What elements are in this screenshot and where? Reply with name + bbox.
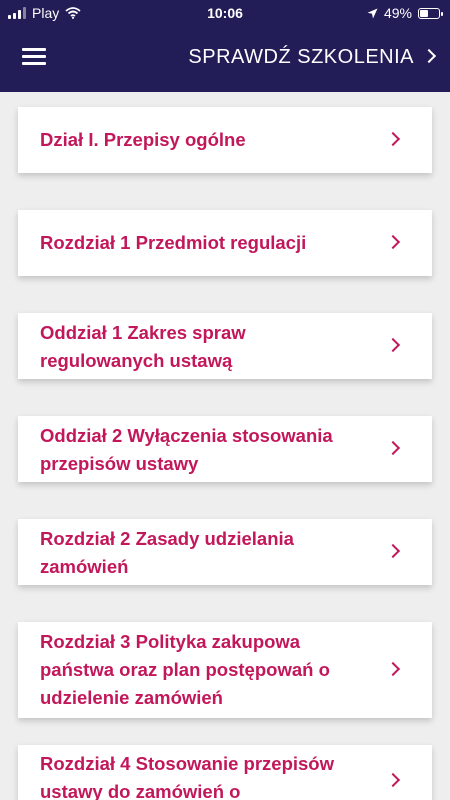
chevron-right-icon <box>385 337 401 353</box>
section-card[interactable]: Oddział 2 Wyłączenia stosowania przepisó… <box>18 416 432 482</box>
section-card[interactable]: Dział I. Przepisy ogólne <box>18 107 432 173</box>
battery-icon <box>418 7 443 19</box>
chevron-right-icon[interactable] <box>421 48 437 64</box>
section-card[interactable]: Oddział 1 Zakres spraw regulowanych usta… <box>18 313 432 379</box>
check-trainings-link[interactable]: SPRAWDŹ SZKOLENIA <box>188 46 414 69</box>
section-card-label: Rozdział 4 Stosowanie przepisów ustawy d… <box>40 753 334 800</box>
section-card[interactable]: Rozdział 4 Stosowanie przepisów ustawy d… <box>18 745 432 800</box>
section-card-label: Oddział 1 Zakres spraw regulowanych usta… <box>40 322 246 371</box>
chevron-right-icon <box>385 661 401 677</box>
status-right: 49% <box>367 5 443 21</box>
status-bar: Play 10:06 49% <box>0 0 450 26</box>
chevron-right-icon <box>385 543 401 559</box>
top-bar: Play 10:06 49% SPRAWDŹ SZKOLENIA <box>0 0 450 92</box>
menu-icon[interactable] <box>22 48 46 66</box>
battery-percent: 49% <box>383 5 412 21</box>
section-card[interactable]: Rozdział 1 Przedmiot regulacji <box>18 210 432 276</box>
section-card-label: Rozdział 2 Zasady udzielania zamówień <box>40 528 294 577</box>
section-card[interactable]: Rozdział 2 Zasady udzielania zamówień <box>18 519 432 585</box>
section-card-label: Rozdział 3 Polityka zakupowa państwa ora… <box>40 631 330 708</box>
section-card-label: Dział I. Przepisy ogólne <box>40 129 246 150</box>
chevron-right-icon <box>385 131 401 147</box>
section-card-label: Rozdział 1 Przedmiot regulacji <box>40 232 307 253</box>
location-arrow-icon <box>367 8 378 18</box>
section-card-label: Oddział 2 Wyłączenia stosowania przepisó… <box>40 425 333 474</box>
chevron-right-icon <box>385 440 401 456</box>
chevron-right-icon <box>385 234 401 250</box>
nav-row: SPRAWDŹ SZKOLENIA <box>0 38 450 78</box>
section-card[interactable]: Rozdział 3 Polityka zakupowa państwa ora… <box>18 622 432 718</box>
chevron-right-icon <box>385 772 401 788</box>
battery-fill <box>420 9 428 17</box>
